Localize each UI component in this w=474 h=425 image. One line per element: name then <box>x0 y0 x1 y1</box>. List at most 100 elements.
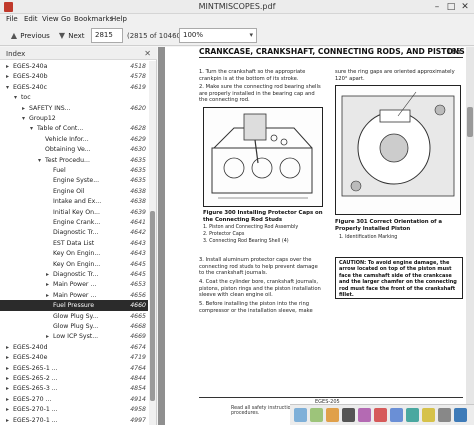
outline-item[interactable]: ▾ EGES-240c 4619 <box>0 82 148 93</box>
outline-item[interactable]: Initial Key On... 4639 <box>0 207 148 218</box>
outline-item[interactable]: ▾ Group12 <box>0 113 148 124</box>
close-sidebar-icon[interactable]: ✕ <box>144 49 151 58</box>
app-icon-2[interactable] <box>310 408 323 422</box>
outline-item[interactable]: ▸ EGES-240d 4674 <box>0 342 148 353</box>
collapsed-arrow-icon[interactable]: ▸ <box>20 103 27 114</box>
expanded-arrow-icon[interactable]: ▾ <box>20 113 27 124</box>
collapsed-arrow-icon[interactable]: ▸ <box>4 342 11 353</box>
page-number-input[interactable]: 2815 <box>91 28 123 43</box>
outline-item[interactable]: Glow Plug Sy... 4668 <box>0 321 148 332</box>
close-window-button[interactable]: ✕ <box>458 1 472 13</box>
collapsed-arrow-icon[interactable]: ▸ <box>4 352 11 363</box>
outline-item[interactable]: ▸ Main Power ... 4653 <box>0 279 148 290</box>
app-icon-8[interactable] <box>406 408 419 422</box>
outline-item[interactable]: ▾ Test Procedu... 4635 <box>0 155 148 166</box>
app-icon-7[interactable] <box>390 408 403 422</box>
collapsed-arrow-icon[interactable]: ▸ <box>4 394 11 405</box>
outline-item[interactable]: Key On Engin... 4645 <box>0 259 148 270</box>
outline-item-label: Key On Engin... <box>53 250 101 258</box>
menu-file[interactable]: File <box>6 15 18 23</box>
minimize-button[interactable]: – <box>430 1 444 13</box>
expanded-arrow-icon[interactable]: ▾ <box>4 82 11 93</box>
app-icon-3[interactable] <box>326 408 339 422</box>
outline-item[interactable]: ▸ Diagnostic Tr... 4645 <box>0 269 148 280</box>
document-scrollbar-thumb[interactable] <box>467 107 473 137</box>
outline-item-page: 4518 <box>130 63 146 70</box>
collapsed-arrow-icon[interactable]: ▸ <box>44 290 51 301</box>
menu-edit[interactable]: Edit <box>24 15 38 23</box>
outline-item[interactable]: ▾ Table of Cont... 4628 <box>0 123 148 134</box>
document-scrollbar[interactable] <box>466 47 474 404</box>
outline-item-page: 4656 <box>130 291 146 299</box>
outline-item[interactable]: EST Data List 4643 <box>0 238 148 249</box>
step-3: 3. Install aluminum protector caps over … <box>199 257 318 277</box>
outline-item[interactable]: ▸ EGES-265-2 ... 4844 <box>0 373 148 384</box>
sidebar-scrollbar-thumb[interactable] <box>150 211 155 401</box>
outline-item[interactable]: Glow Plug Sy... 4665 <box>0 311 148 322</box>
expanded-arrow-icon[interactable]: ▾ <box>12 92 19 103</box>
outline-item[interactable]: Intake and Ex... 4638 <box>0 196 148 207</box>
maximize-button[interactable]: □ <box>444 1 458 13</box>
collapsed-arrow-icon[interactable]: ▸ <box>4 61 11 72</box>
outline-item[interactable]: Fuel 4635 <box>0 165 148 176</box>
app-icon-10[interactable] <box>438 408 451 422</box>
outline-item[interactable]: ▸ EGES-240a 4518 <box>0 61 148 72</box>
outline-item-label: Obtaining Ve... <box>45 146 91 154</box>
collapsed-arrow-icon[interactable]: ▸ <box>4 363 11 374</box>
document-view[interactable]: CRANKCASE, CRANKSHAFT, CONNECTING RODS, … <box>158 47 474 425</box>
collapsed-arrow-icon[interactable]: ▸ <box>44 331 51 342</box>
outline-item[interactable]: Vehicle Infor... 4629 <box>0 134 148 145</box>
app-icon-6[interactable] <box>374 408 387 422</box>
previous-button[interactable]: ▲ Previous <box>10 30 50 42</box>
outline-item-label: toc <box>21 94 31 102</box>
outline-item[interactable]: Engine Oil 4638 <box>0 186 148 197</box>
outline-item[interactable]: Obtaining Ve... 4630 <box>0 144 148 155</box>
outline-item[interactable]: ▸ Low ICP Syst... 4669 <box>0 331 148 342</box>
app-icon-5[interactable] <box>358 408 371 422</box>
outline-tree[interactable]: ▸ EGES-240a 4518 ▸ EGES-240b 4578 ▾ EGES-240c 46… <box>0 61 148 425</box>
outline-item[interactable]: ▸ EGES-240e 4719 <box>0 352 148 363</box>
outline-item[interactable]: ▸ EGES-270 ... 4914 <box>0 394 148 405</box>
sidebar-scrollbar[interactable] <box>149 61 156 425</box>
outline-item[interactable]: ▸ EGES-270-1 ... 4958 <box>0 404 148 415</box>
collapsed-arrow-icon[interactable]: ▸ <box>44 269 51 280</box>
outline-item[interactable]: ▸ SAFETY INS... 4620 <box>0 103 148 114</box>
outline-item[interactable]: ▸ EGES-240b 4578 <box>0 71 148 82</box>
outline-item[interactable]: ▸ Main Power ... 4656 <box>0 290 148 301</box>
collapsed-arrow-icon[interactable]: ▸ <box>4 415 11 425</box>
collapsed-arrow-icon[interactable]: ▸ <box>4 373 11 384</box>
outline-item[interactable]: Fuel Pressure 4660 <box>0 300 148 312</box>
app-icon-4[interactable] <box>342 408 355 422</box>
outline-item-label: Main Power ... <box>53 281 97 289</box>
expanded-arrow-icon[interactable]: ▾ <box>28 123 35 134</box>
previous-label: Previous <box>20 32 50 40</box>
outline-item[interactable]: Engine Crank... 4641 <box>0 217 148 228</box>
collapsed-arrow-icon[interactable]: ▸ <box>4 71 11 82</box>
outline-item-label: Key On Engin... <box>53 260 101 268</box>
app-icon-11[interactable] <box>454 408 467 422</box>
outline-item-label: Initial Key On... <box>53 208 100 216</box>
expanded-arrow-icon[interactable]: ▾ <box>36 155 43 166</box>
menu-help[interactable]: Help <box>111 15 127 23</box>
outline-item-label: Group12 <box>29 115 56 122</box>
outline-item[interactable]: ▾ toc <box>0 92 148 103</box>
step-1: 1. Turn the crankshaft so the appropriat… <box>199 69 306 82</box>
menu-view[interactable]: View <box>42 15 59 23</box>
app-icon-9[interactable] <box>422 408 435 422</box>
collapsed-arrow-icon[interactable]: ▸ <box>44 279 51 290</box>
collapsed-arrow-icon[interactable]: ▸ <box>4 404 11 415</box>
outline-item[interactable]: ▸ EGES-265-1 ... 4764 <box>0 363 148 374</box>
collapsed-arrow-icon[interactable]: ▸ <box>4 383 11 394</box>
outline-item[interactable]: Key On Engin... 4643 <box>0 248 148 259</box>
outline-item[interactable]: Engine Syste... 4635 <box>0 175 148 186</box>
menu-go[interactable]: Go <box>61 15 71 23</box>
zoom-select[interactable]: 100% ▾ <box>179 28 257 43</box>
outline-item[interactable]: Diagnostic Tr... 4642 <box>0 227 148 238</box>
outline-item[interactable]: ▸ EGES-265-3 ... 4854 <box>0 383 148 394</box>
menu-bookmarks[interactable]: Bookmarks <box>74 15 113 23</box>
outline-item-page: 4643 <box>130 250 146 258</box>
next-button[interactable]: ▼ Next <box>58 30 85 42</box>
outline-item-label: EGES-265-3 ... <box>13 385 58 393</box>
app-icon-1[interactable] <box>294 408 307 422</box>
outline-item[interactable]: ▸ EGES-270-1 ... 4997 <box>0 415 148 425</box>
